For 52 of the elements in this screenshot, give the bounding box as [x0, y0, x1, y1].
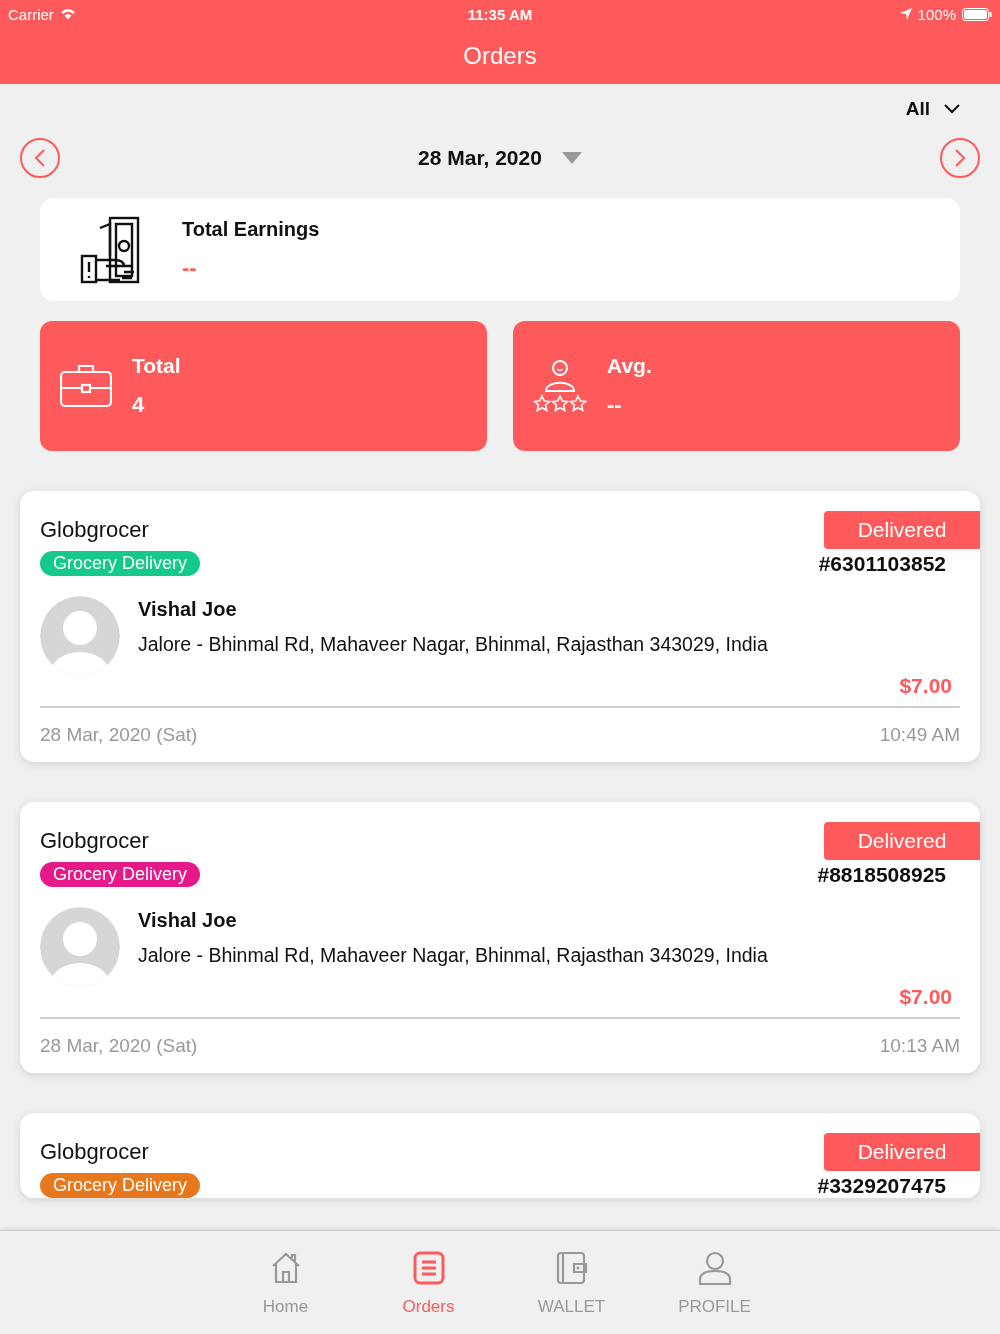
stat-label: Total — [132, 354, 181, 378]
category-tag: Grocery Delivery — [40, 862, 201, 887]
order-number: #8818508925 — [817, 862, 946, 887]
location-arrow-icon — [899, 8, 912, 20]
date-picker[interactable]: 28 Mar, 2020 — [418, 146, 582, 170]
order-time: 10:13 AM — [879, 1035, 960, 1057]
order-card[interactable]: Globgrocer Delivered Grocery Delivery #8818508925 Vishal Joe Jalore - Bhinmal Rd, Mahaveer Nagar, Bhinmal, Rajasthan 343029, India $7.00 28 Mar, 2020 (Sat) 10:13 AM — [20, 802, 980, 1073]
order-number: #6301103852 — [818, 551, 946, 576]
store-name: Globgrocer — [40, 517, 149, 543]
clock: 11:35 AM — [467, 5, 533, 23]
chevron-right-icon — [954, 148, 966, 168]
chevron-left-icon — [34, 148, 46, 168]
previous-button[interactable] — [20, 138, 60, 178]
order-card[interactable]: Globgrocer Delivered Grocery Delivery #6301103852 Vishal Joe Jalore - Bhinmal Rd, Mahaveer Nagar, Bhinmal, Rajasthan 343029, India $7.00 28 Mar, 2020 (Sat) 10:49 AM — [20, 491, 980, 762]
screen-title: Orders — [462, 41, 538, 71]
order-date: 28 Mar, 2020 (Sat) — [40, 724, 198, 746]
order-price: $7.00 — [898, 985, 953, 1009]
earnings-value: -- — [182, 255, 198, 281]
order-date: 28 Mar, 2020 (Sat) — [40, 1035, 198, 1057]
cash-in-hand-icon — [80, 215, 142, 284]
order-number: #3329207475 — [817, 1173, 946, 1198]
customer-name: Vishal Joe — [138, 598, 238, 621]
status-badge: Delivered — [824, 511, 980, 549]
briefcase-icon — [60, 364, 112, 408]
filter-dropdown[interactable]: All — [905, 94, 960, 124]
category-tag: Grocery Delivery — [40, 1173, 201, 1198]
battery-icon — [962, 7, 992, 21]
list-icon — [412, 1251, 445, 1285]
order-time: 10:49 AM — [879, 724, 960, 746]
chevron-down-icon — [944, 104, 960, 114]
wallet-icon — [555, 1251, 588, 1285]
person-icon — [697, 1251, 732, 1285]
stat-label: Avg. — [607, 354, 652, 378]
category-tag: Grocery Delivery — [40, 551, 201, 576]
order-price: $7.00 — [898, 674, 953, 698]
order-card[interactable]: Globgrocer Delivered Grocery Delivery #3329207475 — [20, 1113, 980, 1198]
store-name: Globgrocer — [40, 1139, 149, 1165]
stat-value: 4 — [132, 392, 146, 418]
earnings-label: Total Earnings — [182, 218, 320, 241]
status-badge: Delivered — [824, 1133, 980, 1171]
customer-name: Vishal Joe — [138, 909, 238, 932]
carrier-label: Carrier — [8, 5, 54, 23]
customer-address: Jalore - Bhinmal Rd, Mahaveer Nagar, Bhinmal, Rajasthan 343029, India — [138, 944, 768, 967]
customer-address: Jalore - Bhinmal Rd, Mahaveer Nagar, Bhinmal, Rajasthan 343029, India — [138, 633, 768, 656]
rated-person-icon — [533, 358, 587, 414]
battery-percent: 100% — [917, 5, 956, 23]
store-name: Globgrocer — [40, 828, 149, 854]
next-button[interactable] — [940, 138, 980, 178]
status-badge: Delivered — [824, 822, 980, 860]
caret-icon — [561, 152, 582, 164]
stat-value: -- — [607, 392, 623, 418]
wifi-icon — [59, 8, 76, 20]
